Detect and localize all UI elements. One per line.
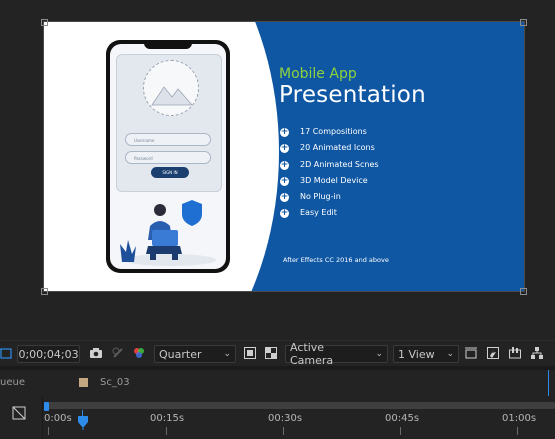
camera-snapshot-icon[interactable] xyxy=(88,345,104,361)
work-area-start-handle[interactable] xyxy=(44,402,49,411)
camera-view-value: Active Camera xyxy=(290,341,334,367)
tick-label: 00:45s xyxy=(385,413,420,424)
feature-label: 17 Compositions xyxy=(300,127,367,136)
timeline-icon[interactable] xyxy=(507,345,523,361)
tick xyxy=(48,427,49,435)
chevron-down-icon: ⌄ xyxy=(223,349,231,359)
toggle-pixel-aspect-icon[interactable] xyxy=(463,345,479,361)
feature-label: 3D Model Device xyxy=(300,175,368,185)
list-item: + No Plug-in xyxy=(280,189,379,205)
tick-label: 0:00s xyxy=(44,413,72,424)
list-item: + Easy Edit xyxy=(280,205,379,221)
list-item: +3D Model Device xyxy=(280,173,379,189)
corner-handle[interactable] xyxy=(41,288,48,295)
tick xyxy=(400,427,401,435)
show-snapshot-icon[interactable] xyxy=(110,345,126,361)
comp-marker-icon[interactable] xyxy=(11,405,27,425)
tick xyxy=(517,427,518,435)
tick-label: 00:15s xyxy=(150,413,185,424)
version-note: After Effects CC 2016 and above xyxy=(283,256,389,264)
tick-label: 01:00s xyxy=(502,413,537,424)
resolution-value: Quarter xyxy=(159,347,202,361)
flowchart-icon[interactable] xyxy=(529,345,545,361)
tick xyxy=(283,427,284,435)
tab-composition[interactable]: Sc_03 xyxy=(100,377,130,388)
plus-icon: + xyxy=(280,127,289,137)
tick xyxy=(166,427,167,435)
login-button: SIGN IN xyxy=(151,167,189,178)
transparency-grid-icon[interactable] xyxy=(263,345,279,361)
fast-previews-icon[interactable] xyxy=(242,345,258,361)
view-layout-dropdown[interactable]: 1 View ⌄ xyxy=(393,345,459,363)
list-item: +2D Animated Scnes xyxy=(280,157,379,173)
plus-icon: + xyxy=(280,208,289,219)
person-illustration xyxy=(110,194,226,269)
view-layout-value: 1 View xyxy=(398,347,435,361)
login-card: Username Password SIGN IN xyxy=(116,54,222,192)
resolution-dropdown[interactable]: Quarter ⌄ xyxy=(154,345,236,363)
list-item: +17 Compositions xyxy=(280,124,379,140)
corner-handle[interactable] xyxy=(520,288,527,295)
color-channels-icon[interactable] xyxy=(131,345,147,361)
playhead[interactable] xyxy=(78,415,88,430)
timeline-tab-bar: ueue Sc_03 xyxy=(0,370,555,397)
timeline-divider xyxy=(42,396,43,439)
label-color-swatch xyxy=(79,378,88,387)
phone-mockup: Username Password SIGN IN xyxy=(106,40,230,273)
feature-label: Easy Edit xyxy=(300,208,337,218)
title: Presentation xyxy=(279,82,426,108)
composition-frame[interactable]: Username Password SIGN IN Mobile App Pre… xyxy=(44,22,524,291)
panel-focus-edge xyxy=(548,370,549,396)
corner-handle[interactable] xyxy=(520,19,527,26)
composition-viewer[interactable]: Username Password SIGN IN Mobile App Pre… xyxy=(0,0,555,330)
corner-handle[interactable] xyxy=(41,19,48,26)
avatar-placeholder-icon xyxy=(143,60,199,116)
timecode-field[interactable]: 0;00;04;03 xyxy=(17,345,80,363)
plus-icon: + xyxy=(280,159,289,170)
camera-view-dropdown[interactable]: Active Camera ⌄ xyxy=(285,341,388,367)
feature-label: 20 Animated Icons xyxy=(300,143,375,153)
password-field: Password xyxy=(125,151,211,164)
chevron-down-icon: ⌄ xyxy=(375,349,383,359)
timeline-panel[interactable]: 0:00s 00:15s 00:30s 00:45s 01:00s xyxy=(0,396,555,439)
username-field: Username xyxy=(125,133,211,146)
feature-label: No Plug-in xyxy=(300,192,341,202)
phone-notch xyxy=(144,40,192,49)
region-of-interest-icon[interactable] xyxy=(0,345,14,361)
work-area-bar[interactable] xyxy=(46,402,555,409)
tab-render-queue[interactable]: ueue xyxy=(0,377,25,388)
viewer-toolbar: 0;00;04;03 Quarter ⌄ Active Camera ⌄ 1 V… xyxy=(0,340,555,367)
plus-icon: + xyxy=(280,143,289,154)
tick-label: 00:30s xyxy=(268,413,303,424)
feature-label: 2D Animated Scnes xyxy=(300,159,379,169)
chevron-down-icon: ⌄ xyxy=(446,349,454,359)
subtitle: Mobile App xyxy=(279,66,357,82)
fast-preview-3d-icon[interactable] xyxy=(485,345,501,361)
list-item: +20 Animated Icons xyxy=(280,140,379,156)
playhead-line xyxy=(82,410,83,416)
plus-icon: + xyxy=(280,175,289,186)
phone-screen: Username Password SIGN IN xyxy=(110,44,226,269)
feature-list: +17 Compositions +20 Animated Icons +2D … xyxy=(280,124,379,222)
plus-icon: + xyxy=(280,192,289,203)
